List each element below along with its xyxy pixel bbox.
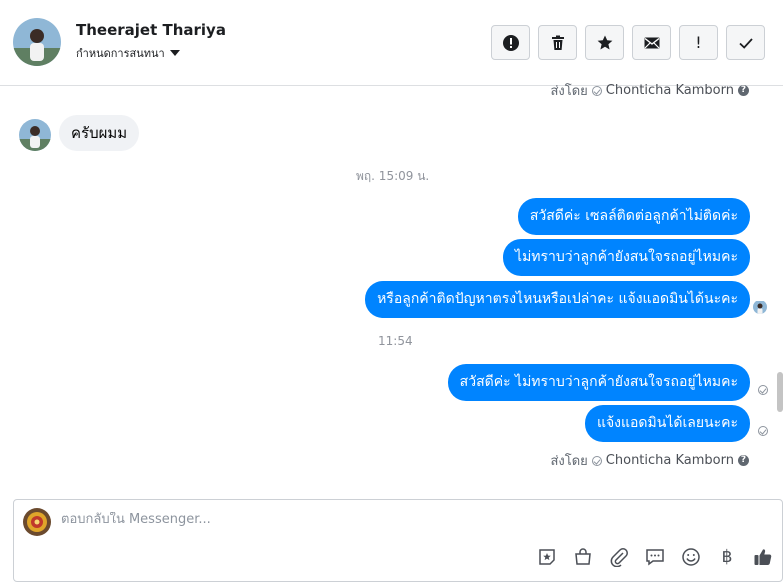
- incoming-message[interactable]: ครับผมม: [59, 115, 140, 151]
- saved-replies-button[interactable]: [644, 546, 666, 568]
- mark-done-button[interactable]: [726, 25, 765, 60]
- trash-icon: [551, 35, 564, 50]
- outgoing-message[interactable]: สวัสดีค่ะ เซลล์ติดต่อลูกค้าไม่ติดค่ะ: [517, 198, 750, 235]
- seen-avatar: [753, 300, 767, 314]
- delivered-check-icon: [758, 426, 768, 436]
- sent-by-top: ส่งโดย Chonticha Kamborn ?: [550, 80, 749, 101]
- contact-name[interactable]: Theerajet Thariya: [76, 21, 226, 39]
- sent-by-name[interactable]: Chonticha Kamborn: [606, 453, 734, 468]
- paperclip-icon: [610, 548, 628, 567]
- star-button[interactable]: [585, 25, 624, 60]
- mark-spam-button[interactable]: [491, 25, 530, 60]
- timestamp: 11:54: [378, 334, 413, 348]
- outgoing-message[interactable]: สวัสดีค่ะ ไม่ทราบว่าลูกค้ายังสนใจรถอยู่ไ…: [447, 364, 750, 401]
- sent-check-icon: [591, 455, 602, 466]
- composer-tools: ฿: [536, 546, 774, 568]
- emoji-button[interactable]: [680, 546, 702, 568]
- mark-unread-button[interactable]: [632, 25, 671, 60]
- delete-button[interactable]: [538, 25, 577, 60]
- help-icon[interactable]: ?: [738, 455, 749, 466]
- thumbs-up-icon: [754, 549, 772, 565]
- baht-icon: ฿: [721, 547, 733, 567]
- attach-button[interactable]: [608, 546, 630, 568]
- sticker-button[interactable]: [536, 546, 558, 568]
- envelope-icon: [644, 37, 659, 48]
- reply-composer: ฿: [13, 499, 783, 582]
- reply-input[interactable]: [61, 512, 741, 527]
- outgoing-message[interactable]: ไม่ทราบว่าลูกค้ายังสนใจรถอยู่ไหมคะ: [503, 239, 750, 276]
- caret-down-icon: [169, 50, 180, 56]
- star-icon: [597, 35, 612, 49]
- emoji-icon: [682, 548, 700, 566]
- sent-by-name[interactable]: Chonticha Kamborn: [606, 83, 734, 98]
- incoming-avatar: [19, 119, 51, 151]
- scrollbar[interactable]: [777, 372, 783, 412]
- label-menu-text: กำหนดการสนทนา: [76, 47, 165, 60]
- payment-button[interactable]: ฿: [716, 546, 738, 568]
- exclamation-icon: !: [695, 33, 702, 52]
- contact-avatar[interactable]: [13, 18, 61, 66]
- outgoing-message[interactable]: แจ้งแอดมินได้เลยนะคะ: [584, 405, 750, 442]
- shopping-bag-icon: [575, 548, 591, 565]
- sent-by-prefix: ส่งโดย: [550, 454, 588, 469]
- exclamation-circle-icon: [502, 34, 519, 51]
- sent-by-prefix: ส่งโดย: [550, 84, 588, 99]
- shop-button[interactable]: [572, 546, 594, 568]
- page-avatar: [23, 508, 51, 536]
- follow-up-button[interactable]: !: [679, 25, 718, 60]
- conversation-label-dropdown[interactable]: กำหนดการสนทนา: [76, 44, 180, 62]
- like-button[interactable]: [752, 546, 774, 568]
- help-icon[interactable]: ?: [738, 85, 749, 96]
- sticker-star-icon: [539, 549, 555, 565]
- conversation-header: Theerajet Thariya กำหนดการสนทนา !: [0, 0, 783, 86]
- timestamp: พฤ. 15:09 น.: [356, 169, 430, 183]
- saved-reply-icon: [646, 549, 664, 566]
- delivered-check-icon: [758, 385, 768, 395]
- header-actions: !: [491, 25, 765, 60]
- sent-by-bottom: ส่งโดย Chonticha Kamborn ?: [550, 450, 749, 471]
- sent-check-icon: [591, 85, 602, 96]
- checkmark-icon: [738, 37, 753, 49]
- outgoing-message[interactable]: หรือลูกค้าติดปัญหาตรงไหนหรือเปล่าคะ แจ้ง…: [365, 281, 750, 318]
